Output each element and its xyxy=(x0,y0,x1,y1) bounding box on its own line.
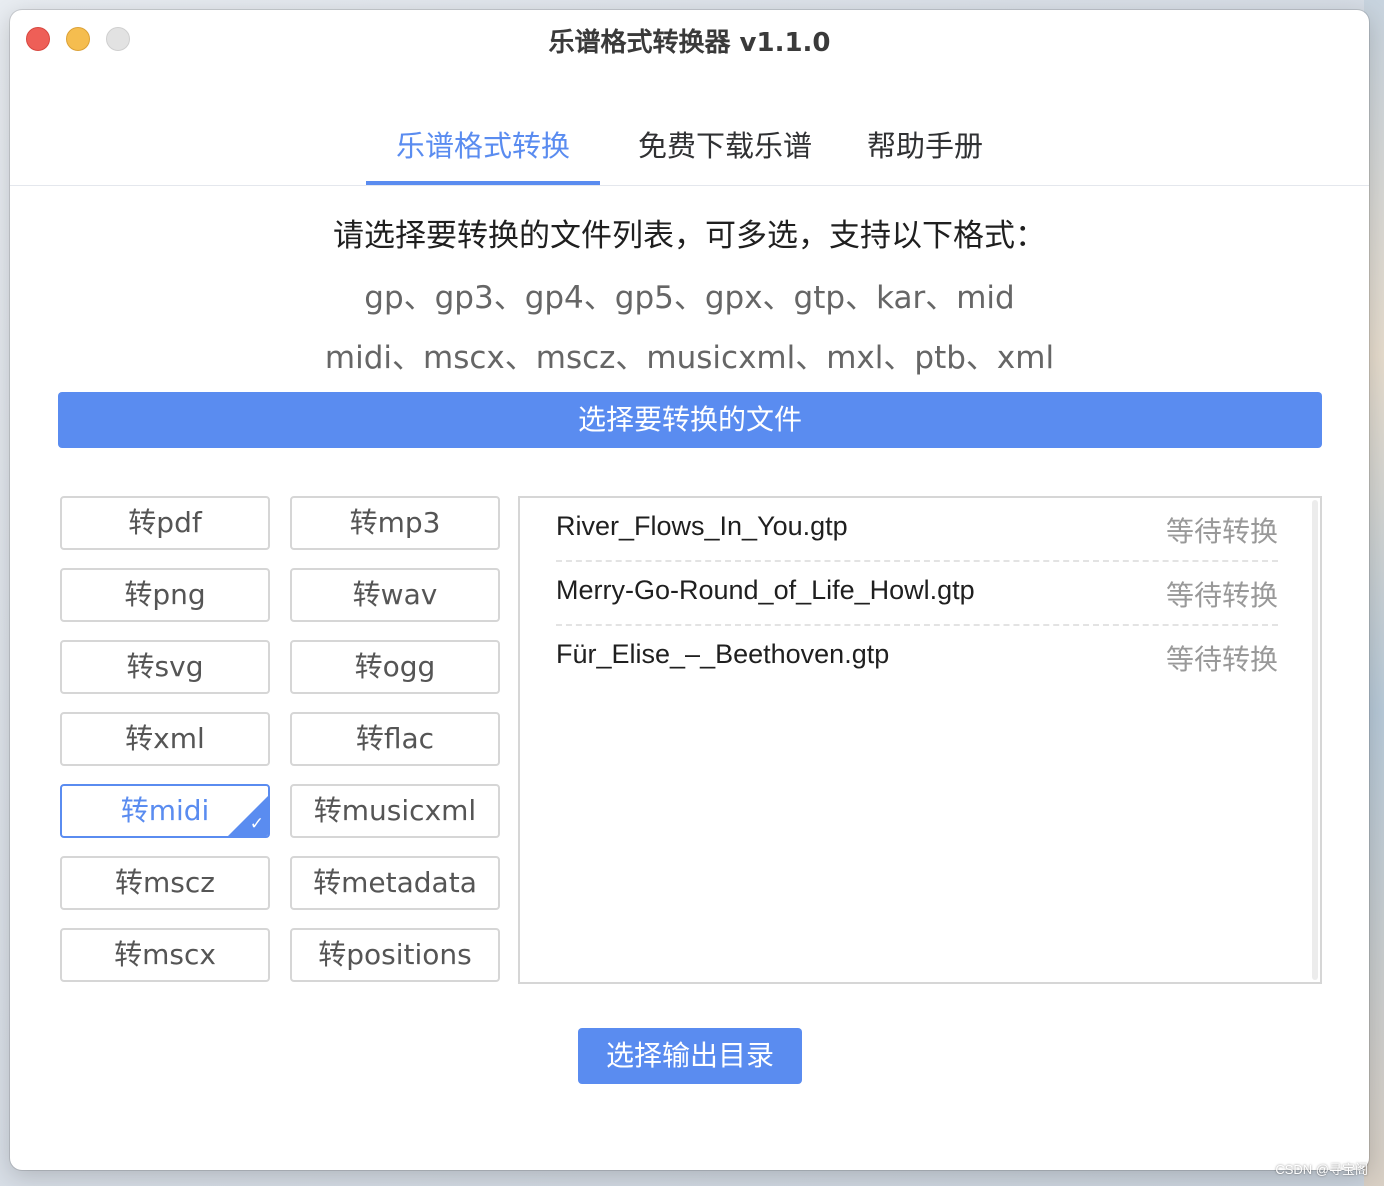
file-name: River_Flows_In_You.gtp xyxy=(556,511,848,541)
convert-ogg-button[interactable]: 转ogg xyxy=(290,640,500,694)
convert-flac-button[interactable]: 转flac xyxy=(290,712,500,766)
file-list-scrollbar[interactable] xyxy=(1312,500,1318,980)
instruction-heading: 请选择要转换的文件列表，可多选，支持以下格式： xyxy=(333,218,1046,254)
select-output-dir-button[interactable]: 选择输出目录 xyxy=(578,1028,802,1084)
convert-svg-button[interactable]: 转svg xyxy=(60,640,270,694)
select-files-button[interactable]: 选择要转换的文件 xyxy=(58,392,1322,448)
convert-xml-button[interactable]: 转xml xyxy=(60,712,270,766)
watermark: CSDN @寻宝阁 xyxy=(1275,1162,1368,1177)
convert-pdf-button[interactable]: 转pdf xyxy=(60,496,270,550)
file-name: Für_Elise_–_Beethoven.gtp xyxy=(556,639,890,669)
file-list-item[interactable]: Für_Elise_–_Beethoven.gtp 等待转换 xyxy=(556,626,1278,690)
convert-mscz-button[interactable]: 转mscz xyxy=(60,856,270,910)
supported-formats-line-1: gp、gp3、gp4、gp5、gpx、gtp、kar、mid xyxy=(364,280,1015,316)
supported-formats-line-2: midi、mscx、mscz、musicxml、mxl、ptb、xml xyxy=(324,340,1055,376)
window-title: 乐谱格式转换器 v1.1.0 xyxy=(548,28,831,58)
convert-mscx-button[interactable]: 转mscx xyxy=(60,928,270,982)
file-list-item[interactable]: Merry-Go-Round_of_Life_Howl.gtp 等待转换 xyxy=(556,562,1278,626)
convert-wav-button[interactable]: 转wav xyxy=(290,568,500,622)
convert-midi-button[interactable]: 转midi ✓ xyxy=(60,784,270,838)
app-window: 乐谱格式转换器 v1.1.0 乐谱格式转换 免费下载乐谱 帮助手册 请选择要转换… xyxy=(10,10,1369,1170)
file-list-panel[interactable]: River_Flows_In_You.gtp 等待转换 Merry-Go-Rou… xyxy=(518,496,1322,984)
file-status: 等待转换 xyxy=(1165,515,1278,548)
convert-positions-button[interactable]: 转positions xyxy=(290,928,500,982)
tab-format-convert[interactable]: 乐谱格式转换 xyxy=(366,110,600,185)
convert-metadata-button[interactable]: 转metadata xyxy=(290,856,500,910)
convert-mp3-button[interactable]: 转mp3 xyxy=(290,496,500,550)
file-status: 等待转换 xyxy=(1165,579,1278,612)
file-status: 等待转换 xyxy=(1165,643,1278,676)
convert-musicxml-button[interactable]: 转musicxml xyxy=(290,784,500,838)
checkmark-icon: ✓ xyxy=(249,814,264,834)
tab-bar: 乐谱格式转换 免费下载乐谱 帮助手册 xyxy=(10,110,1369,186)
convert-png-button[interactable]: 转png xyxy=(60,568,270,622)
file-list-item[interactable]: River_Flows_In_You.gtp 等待转换 xyxy=(556,498,1278,562)
tab-free-download[interactable]: 免费下载乐谱 xyxy=(620,110,830,185)
convert-midi-label: 转midi xyxy=(120,794,210,827)
titlebar: 乐谱格式转换器 v1.1.0 xyxy=(10,10,1369,66)
tab-help-manual[interactable]: 帮助手册 xyxy=(850,110,1000,185)
file-name: Merry-Go-Round_of_Life_Howl.gtp xyxy=(556,575,975,605)
